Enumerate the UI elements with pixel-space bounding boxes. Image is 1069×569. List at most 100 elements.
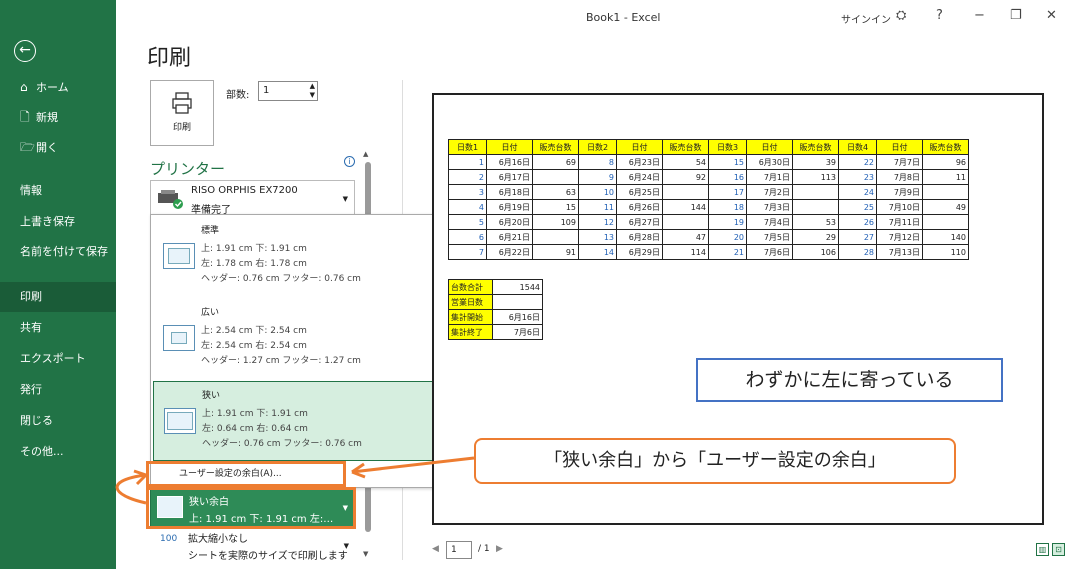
backstage-sidebar: ← ⌂ ホーム 🗋 新規 🗁開く 情報 上書き保存 名前を付けて保存 印刷 共有 エ… <box>0 0 116 569</box>
table-cell: 9 <box>578 169 617 185</box>
sidebar-item-close[interactable]: 閉じる <box>0 406 116 436</box>
table-cell: 1 <box>448 154 487 170</box>
print-button-label: 印刷 <box>172 123 191 133</box>
table-cell: 53 <box>792 214 839 230</box>
table-header-cell: 日数3 <box>708 139 747 155</box>
table-cell: 26 <box>838 214 877 230</box>
copies-label: 部数: <box>226 90 250 101</box>
option-row: 左: 2.54 cm 右: 2.54 cm <box>201 341 307 351</box>
table-cell: 集計終了 <box>448 324 493 340</box>
sidebar-item-save-as[interactable]: 名前を付けて保存 <box>0 242 116 276</box>
page-number-input[interactable]: 1 <box>446 541 472 559</box>
minimize-icon[interactable]: − <box>974 8 985 23</box>
table-cell: 7月8日 <box>876 169 923 185</box>
preview-data-table: 日数1 日付 販売台数 日数2 日付 販売台数 日数3 日付 販売台数 日数4 日付 販売台数 1 6月1… <box>448 139 969 260</box>
table-cell: 113 <box>792 169 839 185</box>
table-cell <box>922 214 969 230</box>
table-cell: 7月2日 <box>746 184 793 200</box>
restore-icon[interactable]: ❐ <box>1010 8 1022 23</box>
printer-select[interactable]: RISO ORPHIS EX7200 準備完了 ▼ <box>150 180 355 216</box>
table-cell: 20 <box>708 229 747 245</box>
signin-link[interactable]: サインイン <box>841 11 891 26</box>
table-cell: 7月13日 <box>876 244 923 260</box>
show-margins-icon[interactable]: ▥ <box>1036 543 1049 556</box>
sidebar-item-home[interactable]: ⌂ ホーム <box>0 72 116 102</box>
table-cell: 6 <box>448 229 487 245</box>
copies-input[interactable]: 1 ▲ ▼ <box>258 81 318 101</box>
highlight-margin-select <box>146 487 356 529</box>
table-cell: 109 <box>532 214 579 230</box>
table-cell: 6月28日 <box>616 229 663 245</box>
option-row: ヘッダー: 0.76 cm フッター: 0.76 cm <box>201 274 361 284</box>
info-icon[interactable]: i <box>344 156 355 167</box>
sidebar-item-publish[interactable]: 発行 <box>0 375 116 405</box>
table-cell: 6月17日 <box>486 169 533 185</box>
sidebar-item-export[interactable]: エクスポート <box>0 344 116 374</box>
table-cell: 25 <box>838 199 877 215</box>
folder-open-icon: 🗁 <box>20 140 35 154</box>
option-title: 広い <box>201 308 220 318</box>
printer-heading: プリンター <box>150 160 226 178</box>
table-cell <box>662 184 709 200</box>
table-cell: 106 <box>792 244 839 260</box>
table-cell: 15 <box>532 199 579 215</box>
scroll-down-icon[interactable]: ▼ <box>363 550 368 558</box>
table-header-cell: 日数1 <box>448 139 487 155</box>
sidebar-item-info[interactable]: 情報 <box>0 176 116 206</box>
margin-option-wide[interactable]: 広い 上: 2.54 cm 下: 2.54 cm 左: 2.54 cm 右: 2… <box>153 299 445 379</box>
table-cell: 6月25日 <box>616 184 663 200</box>
table-cell: 7月4日 <box>746 214 793 230</box>
table-cell: 8 <box>578 154 617 170</box>
sidebar-item-more[interactable]: その他... <box>0 437 116 467</box>
chevron-down-icon[interactable]: ▼ <box>343 195 348 203</box>
table-cell: 96 <box>922 154 969 170</box>
table-cell: 10 <box>578 184 617 200</box>
sidebar-item-save[interactable]: 上書き保存 <box>0 207 116 237</box>
margin-option-normal[interactable]: 標準 上: 1.91 cm 下: 1.91 cm 左: 1.78 cm 右: 1… <box>153 217 445 297</box>
table-cell <box>662 214 709 230</box>
people-icon[interactable]: ⛭ <box>896 8 906 23</box>
table-cell: 39 <box>792 154 839 170</box>
table-cell: 3 <box>448 184 487 200</box>
table-cell: 54 <box>662 154 709 170</box>
table-row: 4 6月19日 15 11 6月26日 144 18 7月3日 25 7月10日 49 <box>448 199 969 215</box>
table-row: 集計終了 7月6日 <box>448 324 543 340</box>
sidebar-item-share[interactable]: 共有 <box>0 313 116 343</box>
table-cell: 6月29日 <box>616 244 663 260</box>
table-cell: 144 <box>662 199 709 215</box>
back-arrow-icon[interactable]: ← <box>14 40 36 62</box>
option-title: 標準 <box>201 226 220 236</box>
prev-page-icon[interactable]: ◀ <box>432 544 439 554</box>
sidebar-item-print[interactable]: 印刷 <box>0 282 116 312</box>
table-cell: 6月24日 <box>616 169 663 185</box>
scroll-up-icon[interactable]: ▲ <box>363 150 368 158</box>
sidebar-item-new[interactable]: 🗋 新規 <box>0 102 116 132</box>
help-icon[interactable]: ? <box>936 8 943 23</box>
table-cell: 11 <box>578 199 617 215</box>
chevron-down-icon[interactable]: ▼ <box>344 542 349 550</box>
table-cell: 47 <box>662 229 709 245</box>
table-cell: 7月12日 <box>876 229 923 245</box>
printer-name: RISO ORPHIS EX7200 <box>191 185 298 196</box>
table-cell: 12 <box>578 214 617 230</box>
copies-spinner[interactable]: ▲ ▼ <box>310 82 315 100</box>
table-cell: 17 <box>708 184 747 200</box>
copies-value: 1 <box>263 85 270 96</box>
table-cell: 15 <box>708 154 747 170</box>
printer-icon <box>172 92 192 114</box>
table-cell: 7月7日 <box>876 154 923 170</box>
close-icon[interactable]: ✕ <box>1046 8 1057 23</box>
table-cell: 11 <box>922 169 969 185</box>
sidebar-item-open[interactable]: 🗁開く <box>0 132 116 162</box>
scaling-select[interactable]: 100 拡大縮小なし シートを実際のサイズで印刷します ▼ <box>150 528 355 564</box>
table-header-cell: 日付 <box>746 139 793 155</box>
table-cell <box>792 184 839 200</box>
table-row: 5 6月20日 109 12 6月27日 19 7月4日 53 26 7月11日 <box>448 214 969 230</box>
table-cell: 29 <box>792 229 839 245</box>
margin-option-narrow[interactable]: 狭い 上: 1.91 cm 下: 1.91 cm 左: 0.64 cm 右: 0… <box>153 381 445 461</box>
next-page-icon[interactable]: ▶ <box>496 544 503 554</box>
zoom-to-page-icon[interactable]: ⊡ <box>1052 543 1065 556</box>
table-cell: 27 <box>838 229 877 245</box>
print-button[interactable]: 印刷 <box>150 80 214 146</box>
sidebar-item-label: ホーム <box>36 81 69 94</box>
